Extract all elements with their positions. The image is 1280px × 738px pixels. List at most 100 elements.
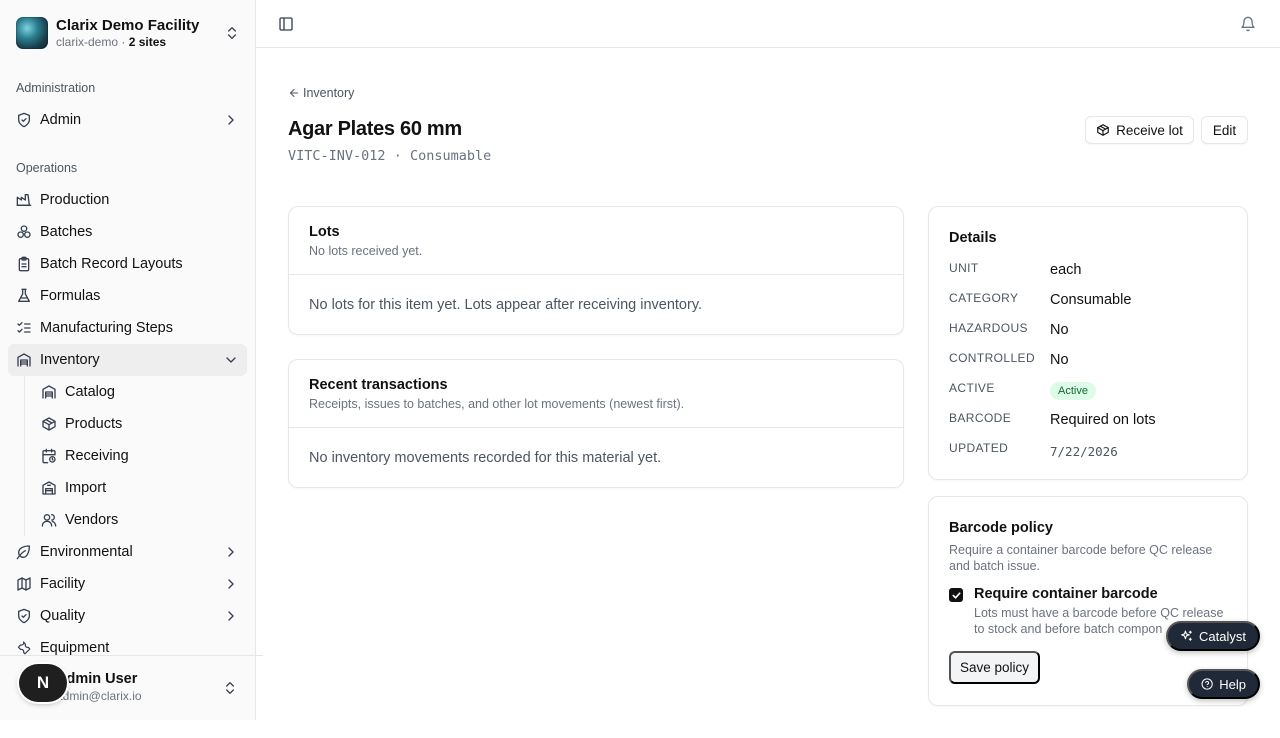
arrow-left-icon — [290, 89, 298, 97]
sidebar-item-environmental[interactable]: Environmental — [8, 536, 247, 568]
sidebar: Clarix Demo Facility clarix-demo · 2 sit… — [0, 0, 263, 720]
flask-icon — [18, 288, 30, 302]
item-type: Consumable — [409, 148, 492, 164]
clipboard-icon — [18, 256, 30, 272]
details-title: Details — [949, 230, 997, 246]
detail-value-hazardous: No — [1050, 322, 1069, 338]
lots-empty-message: No lots for this item yet. Lots appear a… — [309, 297, 703, 313]
section-label-operations: Operations — [16, 161, 78, 175]
wrench-icon — [17, 641, 31, 655]
detail-key: CATEGORY — [949, 291, 1019, 305]
dev-tools-badge[interactable]: N — [19, 664, 67, 702]
require-barcode-checkbox[interactable] — [949, 588, 963, 602]
transactions-card: Recent transactions Receipts, issues to … — [288, 359, 904, 488]
chevrons-up-down-icon — [228, 27, 236, 39]
sidebar-item-batches[interactable]: Batches — [8, 216, 247, 248]
detail-key: HAZARDOUS — [949, 321, 1028, 335]
bell-icon[interactable] — [1240, 16, 1256, 32]
org-sites: 2 sites — [128, 34, 167, 49]
lots-card: Lots No lots received yet. No lots for t… — [288, 206, 904, 335]
sidebar-item-label: Quality — [40, 608, 86, 624]
sidebar-item-label: Batch Record Layouts — [40, 256, 183, 272]
sidebar-subitem-label: Vendors — [65, 512, 119, 528]
sidebar-subitem-receiving[interactable]: Receiving — [33, 440, 247, 472]
sidebar-subitem-label: Import — [65, 480, 107, 496]
barcode-policy-description: Require a container barcode before QC re… — [949, 543, 1213, 573]
section-label-administration: Administration — [16, 81, 96, 95]
sidebar-item-label: Inventory — [40, 352, 100, 368]
detail-value-controlled: No — [1050, 352, 1069, 368]
boxes-icon — [17, 225, 31, 238]
user-name: Admin User — [56, 671, 138, 687]
user-email: admin@clarix.io — [56, 689, 142, 703]
sidebar-item-label: Equipment — [40, 640, 110, 656]
shield-check-icon — [18, 608, 30, 624]
sidebar-item-batch-record-layouts[interactable]: Batch Record Layouts — [8, 248, 247, 280]
topbar — [256, 0, 1280, 48]
require-barcode-label[interactable]: Require container barcode — [974, 586, 1158, 602]
sidebar-subitem-import[interactable]: Import — [33, 472, 247, 504]
receive-lot-button[interactable]: Receive lot — [1085, 116, 1194, 144]
chevron-right-icon — [228, 547, 234, 557]
sidebar-item-equipment[interactable]: Equipment — [8, 632, 247, 664]
sidebar-divider — [0, 655, 263, 656]
sidebar-item-inventory[interactable]: Inventory — [8, 344, 247, 376]
sidebar-item-formulas[interactable]: Formulas — [8, 280, 247, 312]
sidebar-item-admin[interactable]: Admin — [8, 104, 247, 136]
check-icon — [951, 591, 961, 599]
factory-icon — [16, 194, 32, 206]
detail-key: UPDATED — [949, 441, 1009, 455]
sidebar-item-label: Batches — [40, 224, 93, 240]
sidebar-item-quality[interactable]: Quality — [8, 600, 247, 632]
map-icon — [17, 577, 31, 591]
catalyst-label: Catalyst — [1199, 628, 1246, 644]
page-title: Agar Plates 60 mm — [288, 118, 462, 140]
chevrons-up-down-icon — [226, 682, 234, 694]
details-card: Details UNIT each CATEGORY Consumable HA… — [928, 206, 1248, 480]
catalyst-button[interactable]: Catalyst — [1166, 621, 1260, 651]
status-badge: Active — [1050, 382, 1096, 400]
back-link-inventory[interactable]: Inventory — [288, 86, 354, 100]
sidebar-item-label: Formulas — [40, 288, 101, 304]
transactions-title: Recent transactions — [309, 377, 448, 393]
sidebar-subitem-label: Products — [65, 416, 123, 432]
sidebar-subitem-label: Catalog — [65, 384, 115, 400]
sidebar-subitem-catalog[interactable]: Catalog — [33, 376, 247, 408]
help-circle-icon — [1201, 678, 1213, 690]
list-checks-icon — [17, 322, 31, 333]
detail-value-barcode: Required on lots — [1050, 412, 1156, 428]
package-icon — [1097, 124, 1109, 136]
transactions-divider — [289, 427, 903, 428]
detail-key: CONTROLLED — [949, 351, 1036, 365]
org-slug: clarix-demo — [56, 34, 119, 49]
sidebar-item-label: Facility — [40, 576, 86, 592]
chevron-right-icon — [228, 579, 234, 589]
shield-icon — [18, 112, 30, 128]
back-link-label: Inventory — [303, 86, 355, 100]
calendar-clock-icon — [42, 448, 56, 464]
sidebar-item-manufacturing-steps[interactable]: Manufacturing Steps — [8, 312, 247, 344]
help-label: Help — [1219, 676, 1246, 692]
detail-key: UNIT — [949, 261, 979, 275]
transactions-description: Receipts, issues to batches, and other l… — [309, 397, 685, 411]
save-policy-button[interactable]: Save policy — [949, 651, 1040, 684]
sidebar-toggle-icon[interactable] — [278, 16, 294, 32]
sidebar-item-production[interactable]: Production — [8, 184, 247, 216]
sidebar-subitem-vendors[interactable]: Vendors — [33, 504, 247, 536]
lots-title: Lots — [309, 224, 340, 240]
warehouse-icon — [17, 353, 31, 367]
item-code: VITC-INV-012 — [288, 148, 386, 164]
sidebar-item-label: Manufacturing Steps — [40, 320, 173, 336]
org-switcher[interactable]: Clarix Demo Facility clarix-demo · 2 sit… — [16, 16, 240, 50]
detail-value-category: Consumable — [1050, 292, 1132, 308]
warehouse-icon — [42, 385, 56, 399]
sidebar-subitem-products[interactable]: Products — [33, 408, 247, 440]
subtitle-separator: · — [393, 148, 402, 164]
submenu-guide-line — [24, 376, 25, 536]
detail-key: BARCODE — [949, 411, 1012, 425]
help-button[interactable]: Help — [1187, 669, 1260, 699]
edit-button[interactable]: Edit — [1201, 116, 1248, 144]
sidebar-item-facility[interactable]: Facility — [8, 568, 247, 600]
building-icon — [42, 481, 56, 495]
app-root: Clarix Demo Facility clarix-demo · 2 sit… — [0, 0, 1280, 738]
